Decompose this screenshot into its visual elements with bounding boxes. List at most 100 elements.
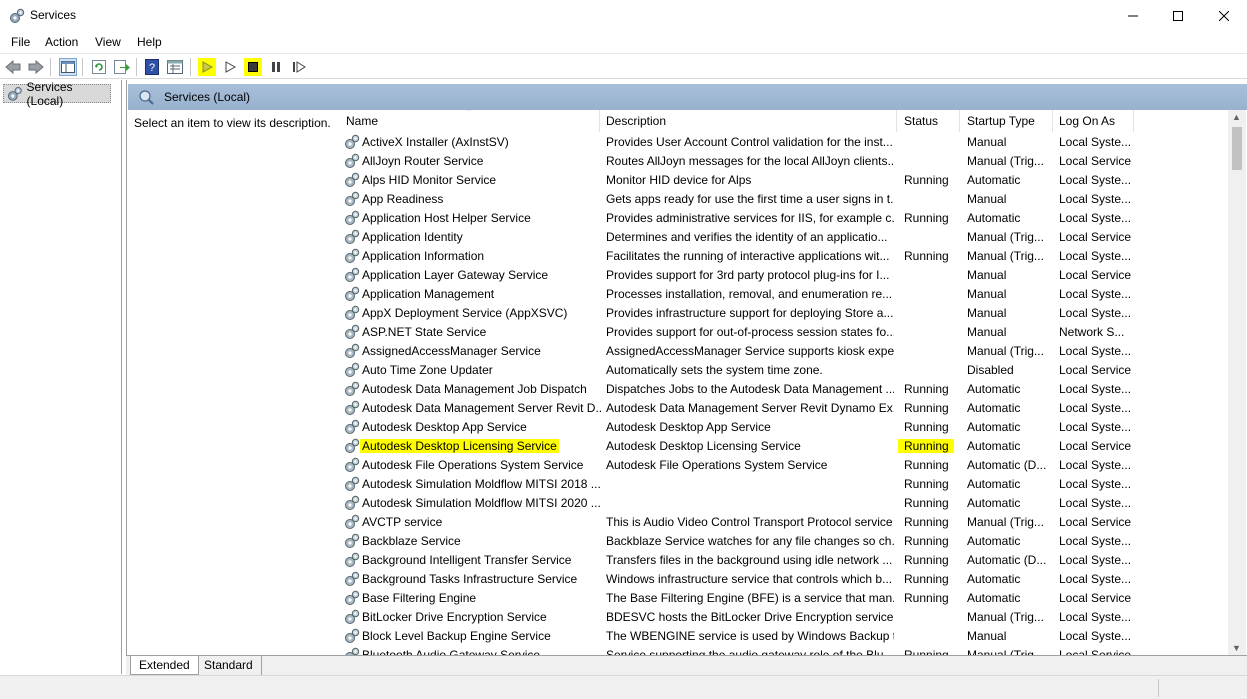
service-gear-icon	[344, 476, 360, 492]
table-row[interactable]: Application Management Processes installa…	[333, 284, 1233, 303]
maximize-button[interactable]	[1155, 0, 1201, 31]
cell-name: Application Management	[362, 287, 495, 301]
table-row[interactable]: Application Identity Determines and verif…	[333, 227, 1233, 246]
cell-startup-type: Manual (Trig...	[967, 249, 1044, 263]
export-list-button[interactable]	[113, 58, 131, 76]
forward-button[interactable]	[27, 58, 45, 76]
vertical-scrollbar[interactable]: ▲ ▼	[1228, 110, 1246, 655]
table-row[interactable]: Base Filtering Engine The Base Filtering …	[333, 588, 1233, 607]
cell-description: Provides administrative services for IIS…	[606, 211, 894, 225]
play-icon	[202, 61, 213, 73]
service-gear-icon	[344, 286, 360, 302]
table-row[interactable]: BitLocker Drive Encryption Service BDESVC…	[333, 607, 1233, 626]
cell-name: AVCTP service	[362, 515, 443, 529]
cell-log-on-as: Local Syste...	[1059, 173, 1132, 187]
table-row[interactable]: Background Tasks Infrastructure Service W…	[333, 569, 1233, 588]
column-header-description[interactable]: Description	[606, 114, 666, 128]
table-row[interactable]: Application Information Facilitates the r…	[333, 246, 1233, 265]
cell-log-on-as: Local Syste...	[1059, 496, 1132, 510]
table-row[interactable]: AssignedAccessManager Service AssignedAcc…	[333, 341, 1233, 360]
table-row[interactable]: Background Intelligent Transfer Service T…	[333, 550, 1233, 569]
minimize-button[interactable]	[1110, 0, 1156, 31]
cell-name: ActiveX Installer (AxInstSV)	[362, 135, 509, 149]
cell-startup-type: Automatic	[967, 534, 1021, 548]
cell-description: Autodesk Desktop Licensing Service	[606, 439, 801, 453]
column-header-row: ⌃ Name Description Status Startup Type L…	[333, 110, 1233, 132]
pane-header-title: Services (Local)	[164, 90, 251, 104]
tab-standard[interactable]: Standard	[196, 656, 262, 675]
export-list-icon	[114, 60, 130, 74]
table-row[interactable]: Application Layer Gateway Service Provide…	[333, 265, 1233, 284]
menu-view[interactable]: View	[95, 35, 121, 49]
cell-status: Running	[904, 420, 949, 434]
menu-bar: File Action View Help	[0, 31, 1247, 53]
cell-description: BDESVC hosts the BitLocker Drive Encrypt…	[606, 610, 894, 624]
cell-description: Autodesk Desktop App Service	[606, 420, 771, 434]
column-header-log-on-as[interactable]: Log On As	[1059, 114, 1115, 128]
table-row[interactable]: Block Level Backup Engine Service The WBE…	[333, 626, 1233, 645]
table-row[interactable]: Auto Time Zone Updater Automatically sets…	[333, 360, 1233, 379]
restart-service-button[interactable]	[290, 58, 308, 76]
back-button[interactable]	[4, 58, 22, 76]
table-row[interactable]: Bluetooth Audio Gateway Service Service s…	[333, 645, 1233, 655]
table-row[interactable]: AVCTP service This is Audio Video Control…	[333, 512, 1233, 531]
table-row[interactable]: Autodesk Desktop Licensing Service Autode…	[333, 436, 1233, 455]
stop-service-button[interactable]	[244, 58, 262, 76]
close-button[interactable]	[1201, 0, 1247, 31]
table-row[interactable]: Application Host Helper Service Provides …	[333, 208, 1233, 227]
table-row[interactable]: Autodesk File Operations System Service A…	[333, 455, 1233, 474]
cell-description: The WBENGINE service is used by Windows …	[606, 629, 894, 643]
cell-name: Application Layer Gateway Service	[362, 268, 549, 282]
show-hide-console-tree-button[interactable]	[59, 58, 77, 76]
refresh-button[interactable]	[90, 58, 108, 76]
menu-action[interactable]: Action	[45, 35, 78, 49]
cell-startup-type: Automatic	[967, 420, 1021, 434]
table-row[interactable]: Autodesk Simulation Moldflow MITSI 2020 …	[333, 493, 1233, 512]
cell-description: Provides support for out-of-process sess…	[606, 325, 894, 339]
column-header-status[interactable]: Status	[904, 114, 938, 128]
menu-file[interactable]: File	[11, 35, 30, 49]
cell-status: Running	[904, 496, 949, 510]
sort-ascending-icon: ⌃	[465, 110, 473, 117]
table-row[interactable]: ASP.NET State Service Provides support fo…	[333, 322, 1233, 341]
forward-arrow-icon	[28, 60, 44, 74]
table-row[interactable]: AllJoyn Router Service Routes AllJoyn mes…	[333, 151, 1233, 170]
cell-log-on-as: Local Service	[1059, 230, 1132, 244]
start-service-button[interactable]	[198, 58, 216, 76]
cell-description: Processes installation, removal, and enu…	[606, 287, 893, 301]
services-gear-icon	[7, 86, 22, 101]
start-service-alt-button[interactable]	[221, 58, 239, 76]
column-header-name[interactable]: Name	[346, 114, 378, 128]
table-row[interactable]: Autodesk Data Management Job Dispatch Dis…	[333, 379, 1233, 398]
pause-service-button[interactable]	[267, 58, 285, 76]
table-row[interactable]: Alps HID Monitor Service Monitor HID devi…	[333, 170, 1233, 189]
cell-description: Transfers files in the background using …	[606, 553, 893, 567]
cell-name: Application Host Helper Service	[362, 211, 531, 225]
cell-log-on-as: Local Service	[1059, 439, 1132, 453]
cell-name: Background Intelligent Transfer Service	[362, 553, 572, 567]
cell-startup-type: Automatic	[967, 477, 1021, 491]
table-row[interactable]: ActiveX Installer (AxInstSV) Provides Use…	[333, 132, 1233, 151]
table-row[interactable]: Backblaze Service Backblaze Service watch…	[333, 531, 1233, 550]
service-gear-icon	[344, 514, 360, 530]
scroll-thumb[interactable]	[1232, 127, 1242, 170]
cell-log-on-as: Local Syste...	[1059, 629, 1132, 643]
menu-help[interactable]: Help	[137, 35, 162, 49]
table-row[interactable]: Autodesk Desktop App Service Autodesk Des…	[333, 417, 1233, 436]
tree-item-services-local[interactable]: Services (Local)	[3, 80, 111, 108]
scroll-down-icon[interactable]: ▼	[1232, 643, 1241, 653]
table-row[interactable]: App Readiness Gets apps ready for use the…	[333, 189, 1233, 208]
tab-extended[interactable]: Extended	[130, 656, 199, 675]
restart-icon	[293, 61, 306, 73]
table-row[interactable]: Autodesk Data Management Server Revit D.…	[333, 398, 1233, 417]
service-gear-icon	[344, 381, 360, 397]
table-row[interactable]: AppX Deployment Service (AppXSVC) Provide…	[333, 303, 1233, 322]
service-gear-icon	[344, 647, 360, 655]
properties-button[interactable]	[166, 58, 184, 76]
cell-description: Provides User Account Control validation…	[606, 135, 893, 149]
scroll-up-icon[interactable]: ▲	[1232, 112, 1241, 122]
service-gear-icon	[344, 609, 360, 625]
table-row[interactable]: Autodesk Simulation Moldflow MITSI 2018 …	[333, 474, 1233, 493]
column-header-startup-type[interactable]: Startup Type	[967, 114, 1035, 128]
help-button[interactable]: ?	[143, 58, 161, 76]
